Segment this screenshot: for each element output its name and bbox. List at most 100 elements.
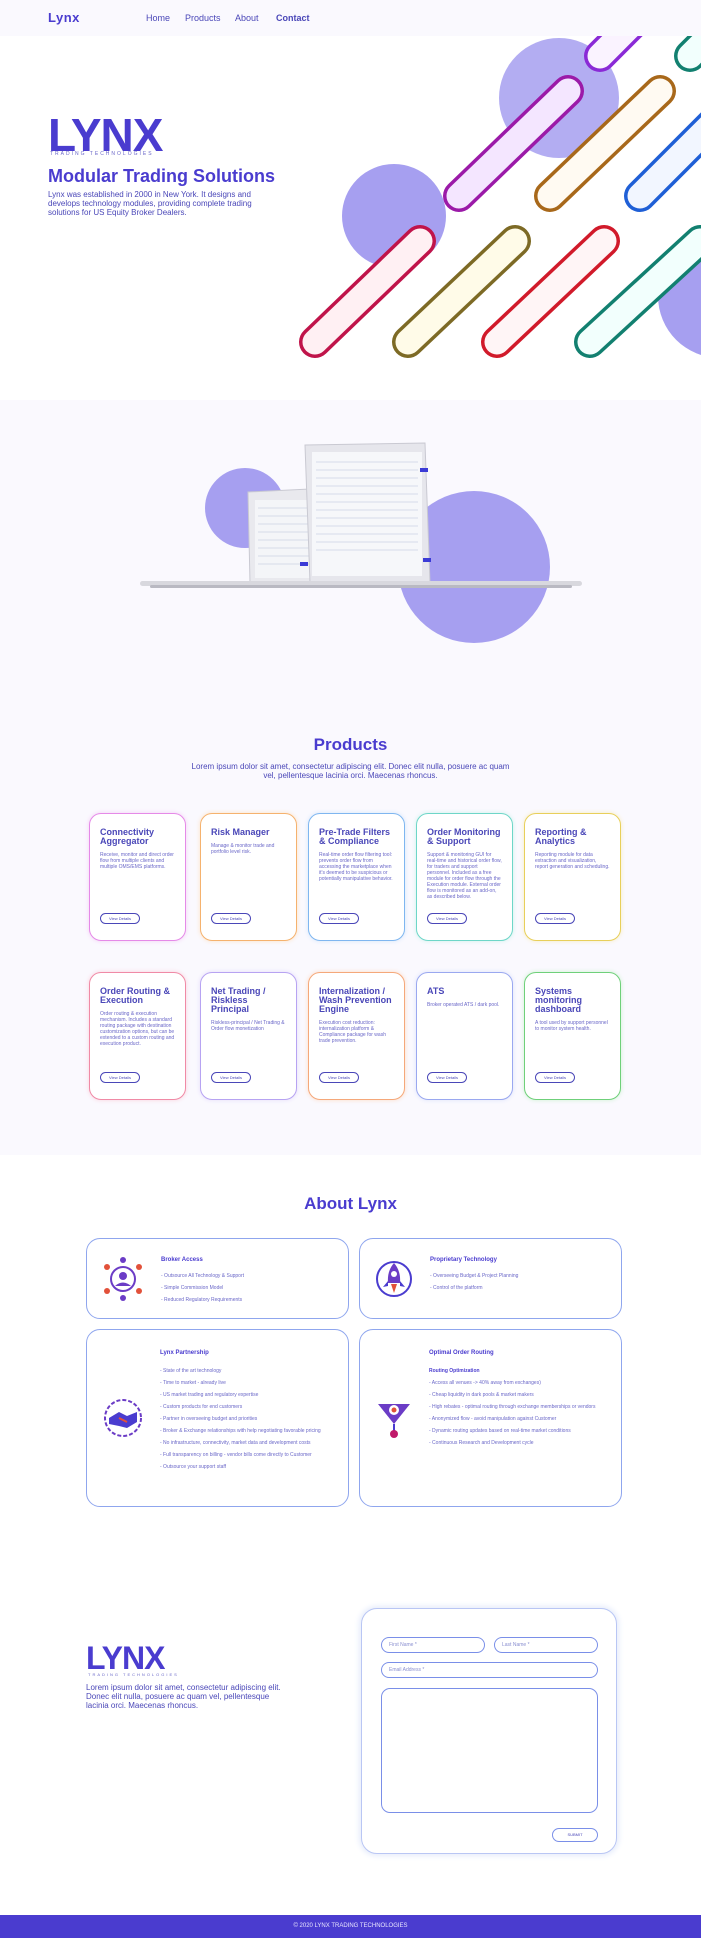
product-card-text: A tool used by support personnel to moni… <box>535 1020 608 1032</box>
about-box-proprietary-technology: Proprietary Technology - Overseeing Budg… <box>359 1238 622 1319</box>
product-card-title: Internalization / Wash Prevention Engine <box>319 986 392 1014</box>
product-card: Order Monitoring & Support Support & mon… <box>416 813 513 941</box>
product-card-text: Receive, monitor and direct order flow f… <box>100 852 174 870</box>
nav-products-link[interactable]: Products <box>185 13 221 23</box>
product-card-text: Order routing & execution mechanism. Inc… <box>100 1011 175 1047</box>
list-item: - Overseeing Budget & Project Planning <box>430 1273 519 1279</box>
list-item: - Full transparency on billing - vendor … <box>160 1452 312 1458</box>
about-box-title: Proprietary Technology <box>430 1257 497 1263</box>
email-field[interactable]: Email Address * <box>381 1662 598 1678</box>
product-card-title: Order Routing & Execution <box>100 986 170 1005</box>
product-card-title: Systems monitoring dashboard <box>535 986 582 1014</box>
list-item: - Cheap liquidity in dark pools & market… <box>429 1392 534 1398</box>
view-details-button[interactable]: View Details <box>427 913 467 924</box>
view-details-button[interactable]: View Details <box>100 1072 140 1083</box>
view-details-button[interactable]: View Details <box>319 1072 359 1083</box>
product-card-text: Broker operated ATS / dark pool. <box>427 1002 500 1008</box>
hero-pill-graphic <box>299 36 701 358</box>
product-card-text: Execution cost reduction: internalizatio… <box>319 1020 386 1044</box>
list-item: - Outsource your support staff <box>160 1464 227 1470</box>
product-card-text: Reporting module for data extraction and… <box>535 852 610 870</box>
target-icon <box>378 1404 410 1438</box>
about-box-broker-access: Broker Access - Outsource All Technology… <box>86 1238 349 1319</box>
about-box-list: - State of the art technology - Time to … <box>160 1368 340 1476</box>
first-name-field[interactable]: First Name * <box>381 1637 485 1653</box>
view-details-button[interactable]: View Details <box>211 913 251 924</box>
product-card-text: Real-time order flow filtering tool: pre… <box>319 852 393 882</box>
list-item: - State of the art technology <box>160 1368 222 1374</box>
list-item: - Reduced Regulatory Requirements <box>161 1297 243 1303</box>
list-item: - Simple Commission Model <box>161 1285 224 1291</box>
about-box-subtitle: Routing Optimization <box>429 1368 480 1374</box>
list-item: - Partner in overseeing budget and prior… <box>160 1416 258 1422</box>
product-card: ATS Broker operated ATS / dark pool. Vie… <box>416 972 513 1100</box>
nav-home-link[interactable]: Home <box>146 13 170 23</box>
nav-logo[interactable]: Lynx <box>48 10 80 25</box>
view-details-button[interactable]: View Details <box>319 913 359 924</box>
product-card-title: Risk Manager <box>211 827 270 837</box>
products-title: Products <box>313 735 388 754</box>
product-card: Net Trading / Riskless Principal Riskles… <box>200 972 297 1100</box>
products-text: Lorem ipsum dolor sit amet, consectetur … <box>191 762 510 780</box>
view-details-button[interactable]: View Details <box>211 1072 251 1083</box>
nav-contact-link[interactable]: Contact <box>276 13 310 23</box>
product-card-text: Riskless-principal / Net Trading & Order… <box>211 1020 285 1032</box>
hero-title: Modular Trading Solutions <box>48 166 275 186</box>
people-network-icon <box>104 1257 142 1301</box>
about-box-title: Lynx Partnership <box>160 1350 209 1356</box>
product-card-title: Order Monitoring & Support <box>427 827 501 846</box>
product-card-title: Net Trading / Riskless Principal <box>211 986 266 1014</box>
product-card-text: Manage & monitor trade and portfolio lev… <box>211 843 275 855</box>
contact-text: Lorem ipsum dolor sit amet, consectetur … <box>86 1683 281 1710</box>
view-details-button[interactable]: View Details <box>535 913 575 924</box>
list-item: - High rebates - optimal routing through… <box>429 1404 596 1410</box>
hero-section <box>0 36 701 400</box>
view-details-button[interactable]: View Details <box>100 913 140 924</box>
about-box-lynx-partnership: Lynx Partnership - State of the art tech… <box>86 1329 349 1507</box>
footer: © 2020 LYNX TRADING TECHNOLOGIES <box>0 1915 701 1938</box>
handshake-icon <box>104 1399 142 1437</box>
product-card: Pre-Trade Filters & Compliance Real-time… <box>308 813 405 941</box>
view-details-button[interactable]: View Details <box>535 1072 575 1083</box>
contact-logo-subtitle: TRADING TECHNOLOGIES <box>88 1672 179 1677</box>
about-box-title: Broker Access <box>161 1257 203 1263</box>
list-item: - US market trading and regulatory exper… <box>160 1392 259 1398</box>
about-box-list: - Access all venues -> 40% away from exc… <box>429 1380 614 1452</box>
list-item: - Outsource All Technology & Support <box>161 1273 245 1279</box>
list-item: - Access all venues -> 40% away from exc… <box>429 1380 541 1386</box>
laptop-mockup-image <box>140 442 582 643</box>
top-nav: Lynx Home Products About Contact <box>0 0 701 36</box>
list-item: - Control of the platform <box>430 1285 483 1291</box>
product-card: Systems monitoring dashboard A tool used… <box>524 972 621 1100</box>
product-card: Risk Manager Manage & monitor trade and … <box>200 813 297 941</box>
product-card-text: Support & monitoring GUI for real-time a… <box>427 852 502 900</box>
view-details-button[interactable]: View Details <box>427 1072 467 1083</box>
message-textarea[interactable] <box>381 1688 598 1813</box>
hero-text: Lynx was established in 2000 in New York… <box>48 190 252 217</box>
list-item: - No infrastructure, connectivity, marke… <box>160 1440 311 1446</box>
laptop-section <box>0 400 701 700</box>
product-card-title: Pre-Trade Filters & Compliance <box>319 827 391 846</box>
about-box-optimal-order-routing: Optimal Order Routing Routing Optimizati… <box>359 1329 622 1507</box>
submit-button[interactable]: SUBMIT <box>552 1828 598 1842</box>
rocket-icon <box>376 1261 412 1297</box>
list-item: - Custom products for end customers <box>160 1404 243 1410</box>
product-card: Internalization / Wash Prevention Engine… <box>308 972 405 1100</box>
product-card: Connectivity Aggregator Receive, monitor… <box>89 813 186 941</box>
list-item: - Continuous Research and Development cy… <box>429 1440 534 1446</box>
about-box-title: Optimal Order Routing <box>429 1350 494 1356</box>
list-item: - Anonymized flow - avoid manipulation a… <box>429 1416 557 1422</box>
product-card-title: ATS <box>427 986 445 996</box>
product-card-title: Reporting & Analytics <box>535 827 587 846</box>
list-item: - Dynamic routing updates based on real-… <box>429 1428 571 1434</box>
about-title: About Lynx <box>304 1194 397 1213</box>
product-card: Order Routing & Execution Order routing … <box>89 972 186 1100</box>
list-item: - Time to market - already live <box>160 1380 226 1386</box>
last-name-field[interactable]: Last Name * <box>494 1637 598 1653</box>
product-card: Reporting & Analytics Reporting module f… <box>524 813 621 941</box>
hero-logo-subtitle: TRADING TECHNOLOGIES <box>50 151 154 157</box>
nav-about-link[interactable]: About <box>235 13 259 23</box>
about-box-list: - Outsource All Technology & Support - S… <box>161 1273 341 1309</box>
product-card-title: Connectivity Aggregator <box>100 827 155 846</box>
about-box-list: - Overseeing Budget & Project Planning -… <box>430 1273 610 1297</box>
